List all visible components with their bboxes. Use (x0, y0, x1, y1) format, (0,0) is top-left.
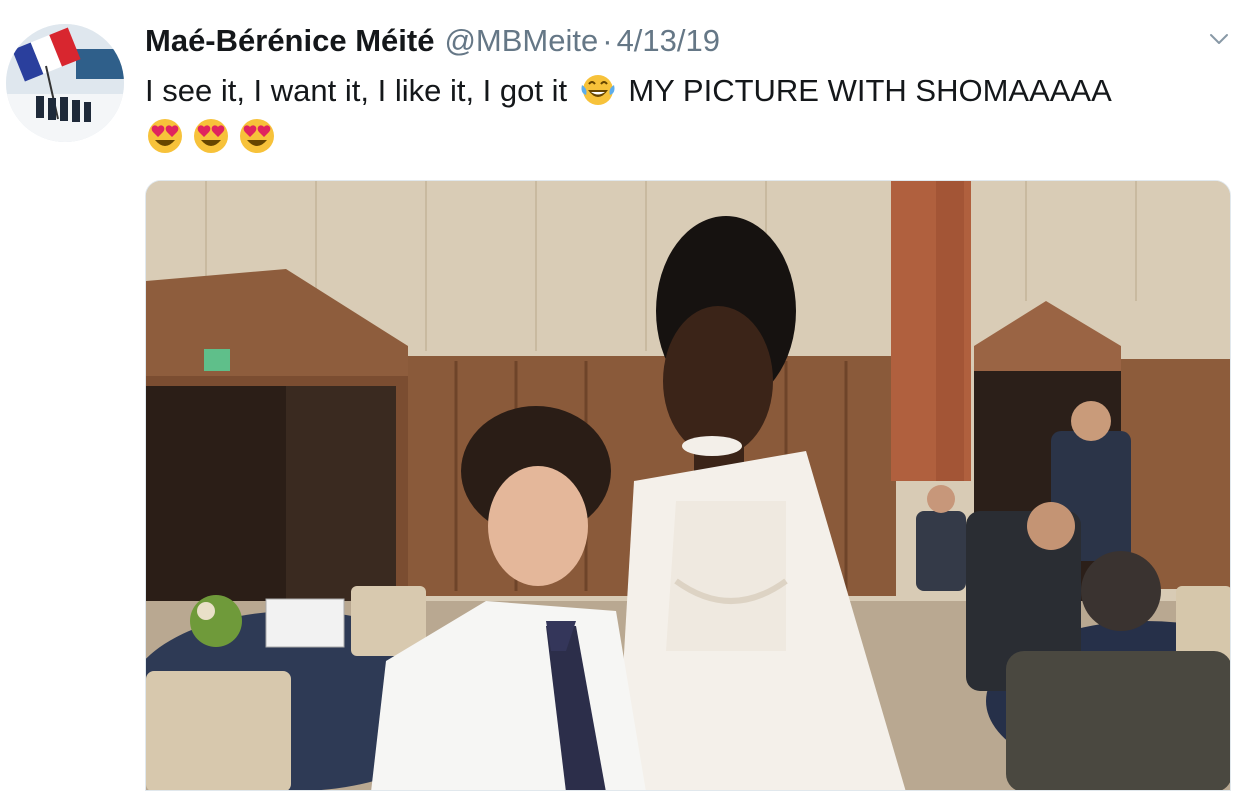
avatar[interactable] (6, 24, 124, 142)
tears-of-joy-emoji-icon (580, 73, 616, 118)
tweet-header: Maé-Bérénice Méité @MBMeite · 4/13/19 (145, 22, 720, 62)
tweet-text-part-2: MY PICTURE WITH SHOMAAAAA (628, 73, 1112, 108)
heart-eyes-emoji-icon (240, 119, 274, 153)
tweet-text-part-1: I see it, I want it, I like it, I got it (145, 73, 568, 108)
tweet-photo[interactable] (145, 180, 1231, 791)
heart-eyes-emoji-icon (194, 119, 228, 153)
heart-eyes-emoji-icon (148, 119, 182, 153)
tweet-card[interactable]: Maé-Bérénice Méité @MBMeite · 4/13/19 I … (0, 0, 1233, 791)
separator-dot: · (602, 23, 613, 58)
tweet-date[interactable]: 4/13/19 (617, 22, 720, 60)
banquet-photo-illustration (146, 181, 1230, 790)
tweet-text: I see it, I want it, I like it, I got it… (145, 70, 1215, 118)
user-handle[interactable]: @MBMeite (444, 22, 598, 60)
heart-eyes-emoji-row (145, 117, 277, 157)
avatar-image (6, 24, 124, 142)
display-name[interactable]: Maé-Bérénice Méité (145, 22, 434, 60)
chevron-down-icon[interactable] (1208, 28, 1230, 50)
